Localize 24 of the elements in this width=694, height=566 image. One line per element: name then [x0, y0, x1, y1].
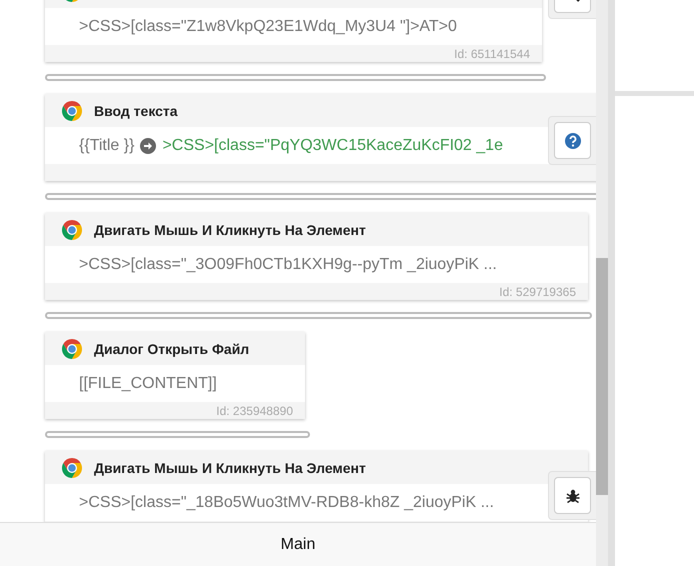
bug-icon	[564, 488, 580, 504]
help-icon	[564, 132, 582, 150]
step-title: Двигать Мышь И Кликнуть На Элемент	[94, 222, 366, 238]
target-selector-text: >CSS>[class="PqYQ3WC15KaceZuKcFI02 _1e	[162, 136, 503, 154]
step-title: Диалог Открыть Файл	[94, 340, 250, 356]
step-id: Id: 529719365	[499, 284, 576, 298]
selector-text: >CSS>[class="Z1w8VkpQ23E1Wdq_My3U4 "]>AT>0	[79, 18, 457, 36]
main-tab[interactable]: Main	[270, 532, 326, 558]
browser-logo-icon	[61, 218, 83, 240]
selector-text: {{Title }}	[79, 136, 134, 154]
selector-text: [[FILE_CONTENT]]	[79, 374, 217, 392]
step-title: Двигать Мышь И Кликнуть На Элемент	[94, 460, 366, 476]
browser-logo-icon	[61, 100, 83, 122]
browser-logo-icon	[61, 456, 83, 478]
step-id: Id: 235948890	[216, 404, 293, 418]
step-id: Id: 651141544	[454, 46, 530, 60]
selector-text: >CSS>[class="_18Bo5Wuo3tMV-RDB8-kh8Z _2iuoyPiK ...	[79, 494, 494, 512]
help-button[interactable]	[554, 122, 591, 159]
debug-button[interactable]	[554, 477, 591, 514]
scrollbar-thumb[interactable]	[596, 258, 608, 495]
arrow-right-icon	[140, 138, 156, 154]
step-title: Ввод текста	[94, 102, 178, 118]
browser-logo-icon	[61, 338, 83, 360]
selector-text: >CSS>[class="_3O09Fh0CTb1KXH9g--pyTm _2iuoyPiK ...	[79, 256, 497, 274]
